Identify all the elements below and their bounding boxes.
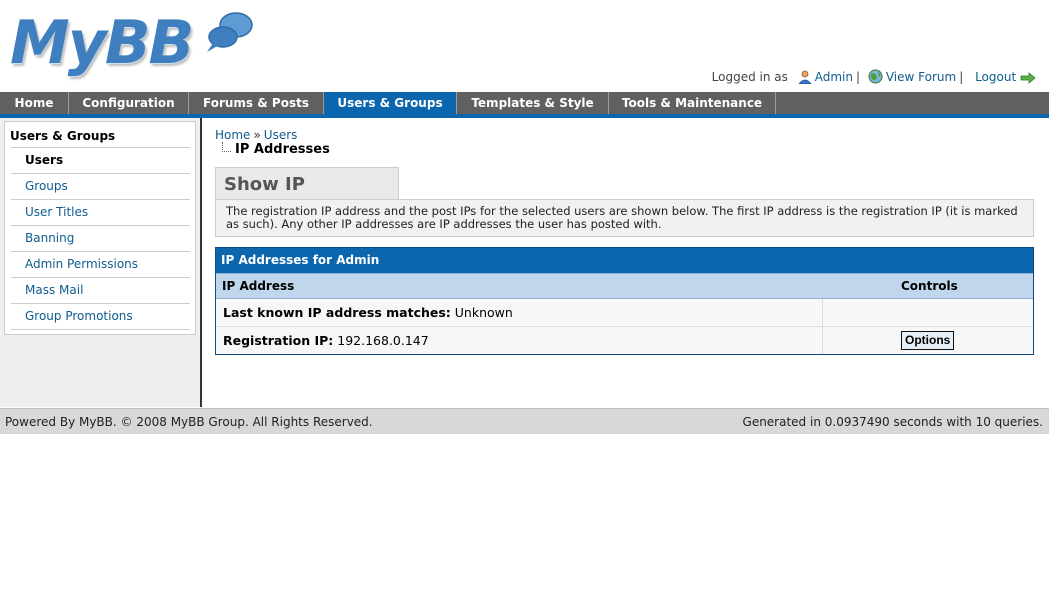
sidebar-item-label[interactable]: User Titles [25, 205, 88, 219]
sidebar-item-label[interactable]: Banning [25, 231, 74, 245]
logout-arrow-icon [1020, 72, 1036, 87]
nav-tab-templates-style[interactable]: Templates & Style [457, 92, 609, 114]
nav-tab-forums-posts[interactable]: Forums & Posts [189, 92, 324, 114]
logout-link[interactable]: Logout [975, 70, 1016, 84]
sidebar-menu: Users & Groups Users Groups User Titles … [4, 121, 196, 335]
last-known-ip-label: Last known IP address matches: [223, 305, 451, 320]
mybb-logo[interactable]: MyBB [8, 6, 253, 82]
sidebar-item-admin-permissions[interactable]: Admin Permissions [11, 252, 190, 278]
sidebar-item-label[interactable]: Group Promotions [25, 309, 133, 323]
breadcrumb-tree-connector [222, 142, 231, 152]
sidebar-item-users[interactable]: Users [11, 148, 190, 174]
user-icon [797, 70, 812, 87]
sidebar-title: Users & Groups [10, 129, 116, 143]
table-title: IP Addresses for Admin [216, 248, 1033, 273]
page-title: IP Addresses [235, 142, 330, 157]
last-known-ip-cell: Last known IP address matches: Unknown [223, 299, 513, 326]
breadcrumb-separator: » [253, 128, 261, 142]
footer: Powered By MyBB. © 2008 MyBB Group. All … [0, 408, 1049, 434]
column-header-controls: Controls [901, 279, 958, 293]
options-button[interactable]: Options [901, 331, 955, 350]
sidebar-item-label[interactable]: Groups [25, 179, 68, 193]
nav-tab-home[interactable]: Home [0, 92, 69, 114]
ip-addresses-table: IP Addresses for Admin IP Address Contro… [215, 247, 1034, 355]
left-column: Users & Groups Users Groups User Titles … [0, 118, 202, 407]
nav-tab-users-groups[interactable]: Users & Groups [324, 92, 457, 114]
table-row: Last known IP address matches: Unknown [216, 299, 1033, 327]
registration-ip-value: 192.168.0.147 [337, 333, 429, 348]
speech-bubble-icon [207, 12, 253, 52]
tab-show-ip-addresses[interactable]: Show IP Addresses [215, 167, 399, 228]
user-bar: Logged in as Admin | View Forum | Logout [712, 69, 1039, 87]
sidebar-item-label[interactable]: Admin Permissions [25, 257, 138, 271]
registration-ip-cell: Registration IP: 192.168.0.147 [223, 327, 429, 354]
sidebar-item-label[interactable]: Mass Mail [25, 283, 83, 297]
page-description: The registration IP address and the post… [215, 199, 1034, 237]
table-header-row: IP Address Controls [216, 273, 1033, 299]
footer-copyright: Powered By MyBB. © 2008 MyBB Group. All … [5, 415, 373, 429]
registration-ip-label: Registration IP: [223, 333, 334, 348]
sidebar-item-group-promotions[interactable]: Group Promotions [11, 304, 190, 330]
breadcrumb-users-link[interactable]: Users [264, 128, 298, 142]
logo-text: MyBB [10, 8, 194, 78]
header: MyBB Logged in as Admin | View Forum | Log… [0, 0, 1049, 91]
sidebar-item-banning[interactable]: Banning [11, 226, 190, 252]
breadcrumb: Home» Users [215, 128, 297, 142]
breadcrumb-home-link[interactable]: Home [215, 128, 250, 142]
admin-user-link[interactable]: Admin [815, 70, 853, 84]
globe-icon [868, 69, 883, 87]
view-forum-link[interactable]: View Forum [886, 70, 956, 84]
sidebar-item-groups[interactable]: Groups [11, 174, 190, 200]
footer-generation-stats: Generated in 0.0937490 seconds with 10 q… [742, 415, 1043, 429]
column-header-ip-address: IP Address [222, 279, 295, 293]
nav-tab-tools-maintenance[interactable]: Tools & Maintenance [609, 92, 776, 114]
last-known-ip-value: Unknown [454, 305, 513, 320]
nav-tab-configuration[interactable]: Configuration [69, 92, 189, 114]
logged-in-label: Logged in as [711, 70, 788, 84]
sidebar-item-mass-mail[interactable]: Mass Mail [11, 278, 190, 304]
cell-divider [822, 327, 823, 354]
cell-divider [822, 299, 823, 326]
table-row: Registration IP: 192.168.0.147 Options [216, 327, 1033, 354]
sidebar-item-user-titles[interactable]: User Titles [11, 200, 190, 226]
main-nav: Home Configuration Forums & Posts Users … [0, 92, 1049, 118]
